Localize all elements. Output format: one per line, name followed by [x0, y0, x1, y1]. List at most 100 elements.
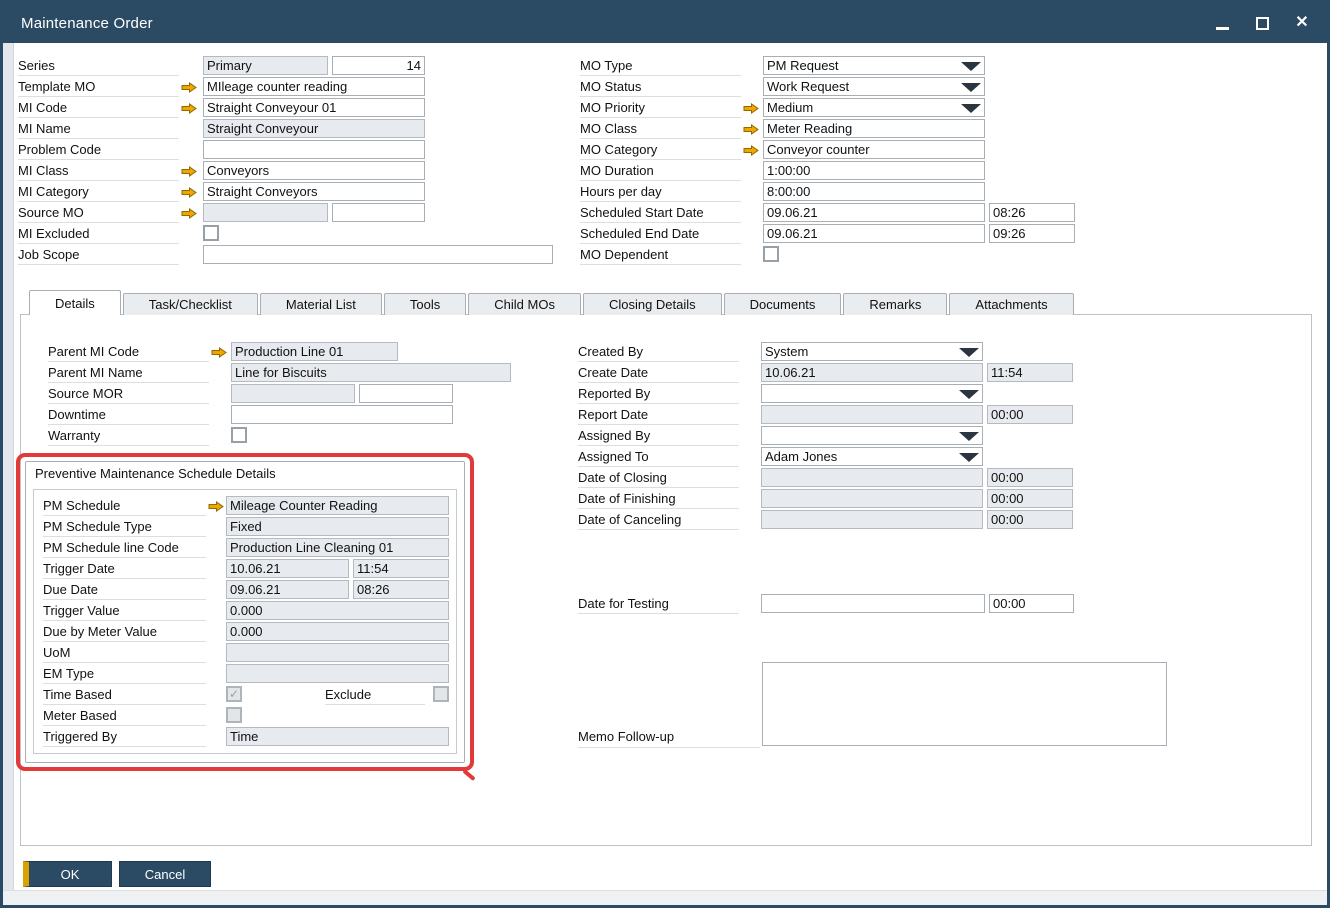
link-arrow-icon[interactable] — [181, 187, 197, 198]
link-arrow-icon[interactable] — [181, 166, 197, 177]
hours-per-day-label: Hours per day — [580, 182, 741, 202]
tab-task-checklist[interactable]: Task/Checklist — [123, 293, 258, 315]
tab-tools[interactable]: Tools — [384, 293, 466, 315]
pm-schedule-line-code-label: PM Schedule line Code — [43, 538, 206, 558]
triggered-by-field: Time — [226, 727, 449, 746]
left-margin-strip — [3, 43, 14, 890]
scheduled-start-date-time-field[interactable]: 08:26 — [989, 203, 1075, 222]
chevron-down-icon[interactable] — [959, 453, 979, 462]
reported-by-label: Reported By — [578, 384, 739, 404]
date-for-testing-date-field[interactable] — [761, 594, 985, 613]
memo-follow-up-textarea[interactable] — [762, 662, 1167, 746]
row-due-by-meter-value: Due by Meter Value0.000 — [43, 622, 450, 643]
downtime-label: Downtime — [48, 405, 209, 425]
problem-code-field[interactable] — [203, 140, 425, 159]
row-mi-class: MI ClassConveyors — [18, 161, 553, 182]
chevron-down-icon[interactable] — [961, 83, 981, 92]
parent-mi-code-field: Production Line 01 — [231, 342, 398, 361]
details-right-form: Created BySystemCreate Date10.06.2111:54… — [578, 342, 1073, 531]
series-field-2[interactable]: 14 — [332, 56, 425, 75]
link-arrow-icon[interactable] — [211, 347, 227, 358]
mo-category-field[interactable]: Conveyor counter — [763, 140, 985, 159]
window-title: Maintenance Order — [21, 15, 153, 32]
date-of-closing-label: Date of Closing — [578, 468, 739, 488]
tab-attachments[interactable]: Attachments — [949, 293, 1073, 315]
pm-schedule-field: Mileage Counter Reading — [226, 496, 449, 515]
row-assigned-by: Assigned By — [578, 426, 1073, 447]
warranty-checkbox[interactable] — [231, 427, 247, 443]
mo-dependent-checkbox[interactable] — [763, 246, 779, 262]
chevron-down-icon[interactable] — [961, 62, 981, 71]
minimize-icon[interactable] — [1213, 14, 1231, 32]
assigned-by-dropdown[interactable] — [761, 426, 983, 445]
scheduled-end-date-date-field[interactable]: 09.06.21 — [763, 224, 985, 243]
row-mi-name: MI NameStraight Conveyour — [18, 119, 553, 140]
mo-status-dropdown[interactable]: Work Request — [763, 77, 985, 96]
scheduled-end-date-time-field[interactable]: 09:26 — [989, 224, 1075, 243]
row-created-by: Created BySystem — [578, 342, 1073, 363]
row-mo-category: MO CategoryConveyor counter — [580, 140, 1075, 161]
tab-child-mos[interactable]: Child MOs — [468, 293, 581, 315]
date-for-testing-time-field[interactable]: 00:00 — [989, 594, 1074, 613]
template-mo-field[interactable]: MIleage counter reading — [203, 77, 425, 96]
tab-remarks[interactable]: Remarks — [843, 293, 947, 315]
hours-per-day-field[interactable]: 8:00:00 — [763, 182, 985, 201]
chevron-down-icon[interactable] — [961, 104, 981, 113]
chevron-down-icon[interactable] — [959, 390, 979, 399]
link-arrow-icon[interactable] — [208, 501, 224, 512]
link-arrow-icon[interactable] — [181, 208, 197, 219]
tab-details[interactable]: Details — [29, 290, 121, 315]
exclude-label: Exclude — [325, 685, 425, 705]
row-job-scope: Job Scope — [18, 245, 553, 266]
mo-type-value: PM Request — [767, 58, 839, 73]
meter-based-checkbox — [226, 707, 242, 723]
row-pm-schedule-line-code: PM Schedule line CodeProduction Line Cle… — [43, 538, 450, 559]
trigger-value-field: 0.000 — [226, 601, 449, 620]
maximize-icon[interactable] — [1253, 14, 1271, 32]
em-type-field — [226, 664, 449, 683]
job-scope-field[interactable] — [203, 245, 553, 264]
mi-class-field[interactable]: Conveyors — [203, 161, 425, 180]
scheduled-start-date-label: Scheduled Start Date — [580, 203, 741, 223]
date-for-testing-label: Date for Testing — [578, 594, 739, 614]
chevron-down-icon[interactable] — [959, 348, 979, 357]
reported-by-dropdown[interactable] — [761, 384, 983, 403]
mi-code-label: MI Code — [18, 98, 179, 118]
row-parent-mi-code: Parent MI CodeProduction Line 01 — [48, 342, 511, 363]
date-for-testing-form: Date for Testing 00:00 — [578, 594, 1074, 615]
mo-duration-field[interactable]: 1:00:00 — [763, 161, 985, 180]
date-of-canceling-date-field — [761, 510, 983, 529]
scheduled-end-date-label: Scheduled End Date — [580, 224, 741, 244]
mo-type-dropdown[interactable]: PM Request — [763, 56, 985, 75]
link-arrow-icon[interactable] — [181, 82, 197, 93]
tab-closing-details[interactable]: Closing Details — [583, 293, 722, 315]
tab-documents[interactable]: Documents — [724, 293, 842, 315]
row-pm-schedule-type: PM Schedule TypeFixed — [43, 517, 450, 538]
scheduled-start-date-date-field[interactable]: 09.06.21 — [763, 203, 985, 222]
mi-excluded-checkbox[interactable] — [203, 225, 219, 241]
chevron-down-icon[interactable] — [959, 432, 979, 441]
trigger-date-label: Trigger Date — [43, 559, 206, 579]
link-arrow-icon[interactable] — [743, 124, 759, 135]
row-report-date: Report Date00:00 — [578, 405, 1073, 426]
source-mo-field-2[interactable] — [332, 203, 425, 222]
created-by-dropdown[interactable]: System — [761, 342, 983, 361]
link-arrow-icon[interactable] — [181, 103, 197, 114]
mo-priority-dropdown[interactable]: Medium — [763, 98, 985, 117]
cancel-button[interactable]: Cancel — [119, 861, 211, 887]
assigned-to-dropdown[interactable]: Adam Jones — [761, 447, 983, 466]
date-of-canceling-time-field: 00:00 — [987, 510, 1073, 529]
source-mor-field-2[interactable] — [359, 384, 453, 403]
downtime-field[interactable] — [231, 405, 453, 424]
triggered-by-label: Triggered By — [43, 727, 206, 747]
mi-code-field[interactable]: Straight Conveyour 01 — [203, 98, 425, 117]
mo-class-field[interactable]: Meter Reading — [763, 119, 985, 138]
tab-material-list[interactable]: Material List — [260, 293, 382, 315]
link-arrow-icon[interactable] — [743, 145, 759, 156]
mi-category-field[interactable]: Straight Conveyors — [203, 182, 425, 201]
close-icon[interactable]: ✕ — [1293, 14, 1311, 32]
ok-button[interactable]: OK — [23, 861, 112, 887]
link-arrow-icon[interactable] — [743, 103, 759, 114]
mi-excluded-label: MI Excluded — [18, 224, 179, 244]
row-parent-mi-name: Parent MI NameLine for Biscuits — [48, 363, 511, 384]
